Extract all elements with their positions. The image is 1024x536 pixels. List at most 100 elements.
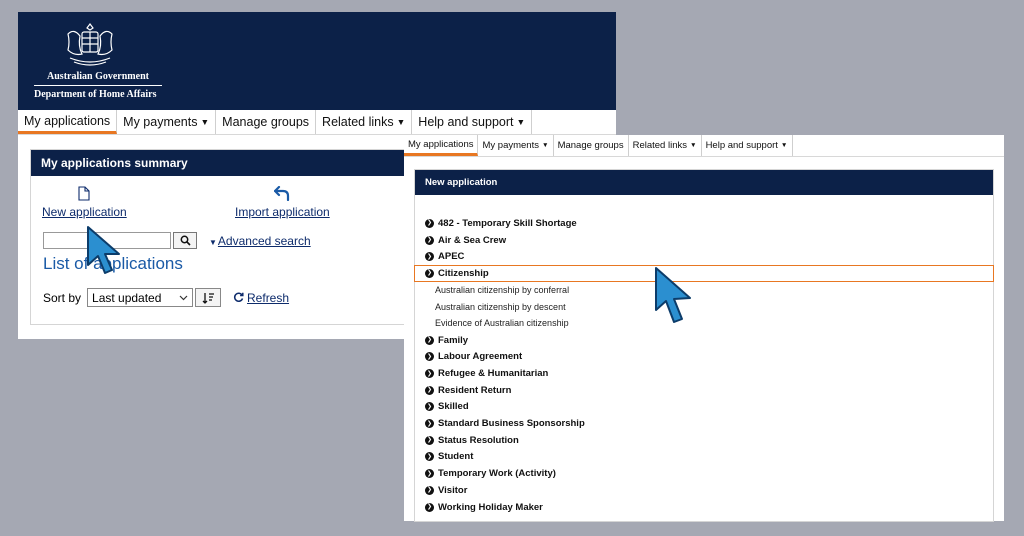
nav-my-payments[interactable]: My payments ▼ xyxy=(478,135,554,156)
application-type-label: Visitor xyxy=(438,484,468,496)
nav-related-links[interactable]: Related links ▼ xyxy=(316,110,413,134)
application-type-label: Student xyxy=(438,451,474,463)
application-type-label: Refugee & Humanitarian xyxy=(438,368,549,380)
pointer-cursor-icon xyxy=(87,226,120,274)
chevron-circle-icon: ❯ xyxy=(425,435,434,445)
application-subtype-link[interactable]: Evidence of Australian citizenship xyxy=(415,315,993,332)
application-type-label: APEC xyxy=(438,251,465,263)
new-application-panel-title: New application xyxy=(415,170,993,195)
application-type-label: Temporary Work (Activity) xyxy=(438,468,556,480)
sort-row: Sort by Last updated Refresh xyxy=(43,288,289,307)
caret-down-icon: ▼ xyxy=(516,117,526,127)
application-category[interactable]: ❯ 482 - Temporary Skill Shortage xyxy=(415,215,993,232)
agency-line2: Department of Home Affairs xyxy=(34,85,162,101)
nav-my-applications[interactable]: My applications xyxy=(18,110,118,134)
application-category[interactable]: ❯ Working Holiday Maker xyxy=(415,499,993,516)
application-category[interactable]: ❯ Family xyxy=(415,332,993,349)
search-button[interactable] xyxy=(173,232,197,249)
sort-descending-icon xyxy=(202,292,214,304)
sort-label: Sort by xyxy=(43,290,82,305)
application-category[interactable]: ❯ APEC xyxy=(415,248,993,265)
refresh-link[interactable]: Refresh xyxy=(233,291,289,305)
new-application-window: My applications My payments ▼ Manage grou… xyxy=(404,135,1004,523)
nav-help-support[interactable]: Help and support ▼ xyxy=(702,135,793,156)
application-type-label: Labour Agreement xyxy=(438,351,523,363)
application-category[interactable]: ❯ Air & Sea Crew xyxy=(415,232,993,249)
application-category[interactable]: ❯ Visitor xyxy=(415,482,993,499)
government-header: Australian Government Department of Home… xyxy=(18,12,616,110)
chevron-circle-icon: ❯ xyxy=(425,268,434,278)
application-category[interactable]: ❯ Standard Business Sponsorship xyxy=(415,415,993,432)
application-type-label: Evidence of Australian citizenship xyxy=(435,318,569,329)
advanced-search-link[interactable]: ▼Advanced search xyxy=(209,234,311,248)
document-icon xyxy=(42,186,127,202)
application-type-label: Australian citizenship by descent xyxy=(435,301,566,312)
chevron-circle-icon: ❯ xyxy=(425,335,434,345)
nav-my-applications[interactable]: My applications xyxy=(404,135,479,156)
main-nav: My applications My payments ▼ Manage grou… xyxy=(18,110,616,135)
application-category[interactable]: ❯ Status Resolution xyxy=(415,432,993,449)
application-category[interactable]: ❯ Skilled xyxy=(415,399,993,416)
new-application-link[interactable]: New application xyxy=(42,186,127,219)
application-subtype-link[interactable]: Australian citizenship by conferral xyxy=(415,282,993,299)
application-category[interactable]: ❯ Resident Return xyxy=(415,382,993,399)
triangle-down-icon: ▼ xyxy=(209,237,217,247)
application-type-label: 482 - Temporary Skill Shortage xyxy=(438,217,577,229)
application-type-label: Australian citizenship by conferral xyxy=(435,285,570,296)
import-arrow-icon xyxy=(235,185,330,202)
application-category[interactable]: ❯ Refugee & Humanitarian xyxy=(415,365,993,382)
new-application-content: New application ❯ 482 - Temporary Skill S… xyxy=(404,157,1004,530)
caret-down-icon: ▼ xyxy=(541,142,549,149)
sort-select[interactable]: Last updated xyxy=(87,288,194,307)
chevron-circle-icon: ❯ xyxy=(425,452,434,462)
agency-name: Australian Government Department of Home… xyxy=(34,70,162,101)
chevron-circle-icon: ❯ xyxy=(425,385,434,395)
application-type-label: Skilled xyxy=(438,401,469,413)
application-type-label: Air & Sea Crew xyxy=(438,234,507,246)
application-category[interactable]: ❯ Temporary Work (Activity) xyxy=(415,465,993,482)
application-category[interactable]: ❯ Citizenship xyxy=(414,265,994,282)
main-nav: My applications My payments ▼ Manage grou… xyxy=(404,135,1004,157)
import-application-label: Import application xyxy=(235,205,330,219)
chevron-circle-icon: ❯ xyxy=(425,469,434,479)
chevron-circle-icon: ❯ xyxy=(425,218,434,228)
caret-down-icon: ▼ xyxy=(689,142,697,149)
sort-direction-button[interactable] xyxy=(195,288,222,307)
nav-related-links[interactable]: Related links ▼ xyxy=(629,135,702,156)
caret-down-icon: ▼ xyxy=(200,117,210,127)
chevron-circle-icon: ❯ xyxy=(425,402,434,412)
new-application-panel: New application ❯ 482 - Temporary Skill S… xyxy=(414,169,994,523)
chevron-down-icon xyxy=(179,295,188,300)
chevron-circle-icon: ❯ xyxy=(425,235,434,245)
application-type-label: Citizenship xyxy=(438,267,489,279)
nav-manage-groups[interactable]: Manage groups xyxy=(216,110,317,134)
application-type-label: Standard Business Sponsorship xyxy=(438,418,585,430)
application-type-label: Family xyxy=(438,334,469,346)
refresh-icon xyxy=(233,292,244,302)
application-type-label: Resident Return xyxy=(438,384,512,396)
chevron-circle-icon: ❯ xyxy=(425,252,434,262)
nav-help-support[interactable]: Help and support ▼ xyxy=(412,110,533,134)
caret-down-icon: ▼ xyxy=(396,117,406,127)
search-row: ▼Advanced search xyxy=(43,232,311,249)
caret-down-icon: ▼ xyxy=(780,142,788,149)
new-application-label: New application xyxy=(42,205,127,219)
application-type-label: Working Holiday Maker xyxy=(438,501,543,513)
chevron-circle-icon: ❯ xyxy=(425,369,434,379)
nav-manage-groups[interactable]: Manage groups xyxy=(554,135,629,156)
nav-my-payments[interactable]: My payments ▼ xyxy=(117,110,217,134)
import-application-link[interactable]: Import application xyxy=(235,185,330,219)
application-type-list: ❯ 482 - Temporary Skill Shortage ❯ Air & Se… xyxy=(414,195,994,521)
application-type-label: Status Resolution xyxy=(438,434,519,446)
application-category[interactable]: ❯ Student xyxy=(415,449,993,466)
chevron-circle-icon: ❯ xyxy=(425,352,434,362)
agency-line1: Australian Government xyxy=(47,71,149,82)
application-subtype-link[interactable]: Australian citizenship by descent xyxy=(415,298,993,315)
chevron-circle-icon: ❯ xyxy=(425,419,434,429)
pointer-cursor-icon xyxy=(655,267,691,323)
chevron-circle-icon: ❯ xyxy=(425,502,434,512)
chevron-circle-icon: ❯ xyxy=(425,485,434,495)
coat-of-arms-icon xyxy=(67,23,113,66)
search-icon xyxy=(180,235,191,246)
application-category[interactable]: ❯ Labour Agreement xyxy=(415,349,993,366)
